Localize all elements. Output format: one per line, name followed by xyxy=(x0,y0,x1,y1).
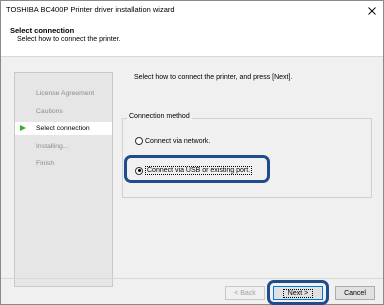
step-cautions: Cautions xyxy=(15,105,112,118)
step-select-connection: Select connection xyxy=(15,122,112,135)
radio-button-icon xyxy=(135,137,143,145)
step-label: Cautions xyxy=(36,108,63,115)
page-subtitle: Select how to connect the printer. xyxy=(17,36,121,43)
step-label: Select connection xyxy=(36,125,90,132)
title-bar: TOSHIBA BC400P Printer driver installati… xyxy=(1,1,383,21)
close-icon xyxy=(368,7,376,15)
back-button[interactable]: < Back xyxy=(225,286,265,300)
page-title: Select connection xyxy=(10,26,75,35)
connection-method-label: Connection method xyxy=(127,113,192,120)
window-title: TOSHIBA BC400P Printer driver installati… xyxy=(6,5,175,14)
usb-option-highlight xyxy=(124,155,270,183)
step-label: Finish xyxy=(36,160,55,167)
step-finish: Finish xyxy=(15,157,112,170)
step-license-agreement: License Agreement xyxy=(15,87,112,100)
radio-connect-network[interactable]: Connect via network. xyxy=(135,137,210,145)
back-button-label: < Back xyxy=(234,289,256,297)
cancel-button-label: Cancel xyxy=(344,289,366,297)
current-step-arrow-icon xyxy=(20,125,26,131)
step-installing: Installing... xyxy=(15,140,112,153)
radio-label: Connect via network. xyxy=(145,137,211,145)
step-label: License Agreement xyxy=(36,90,95,97)
close-button[interactable] xyxy=(361,1,383,21)
next-button-highlight xyxy=(267,280,329,305)
cancel-button[interactable]: Cancel xyxy=(335,286,375,300)
installer-window: TOSHIBA BC400P Printer driver installati… xyxy=(0,0,384,305)
wizard-steps-panel: License Agreement Cautions Select connec… xyxy=(14,72,113,287)
step-label: Installing... xyxy=(36,143,69,150)
footer-divider xyxy=(1,278,383,279)
wizard-header: Select connection Select how to connect … xyxy=(1,21,383,57)
instruction-text: Select how to connect the printer, and p… xyxy=(134,74,293,81)
